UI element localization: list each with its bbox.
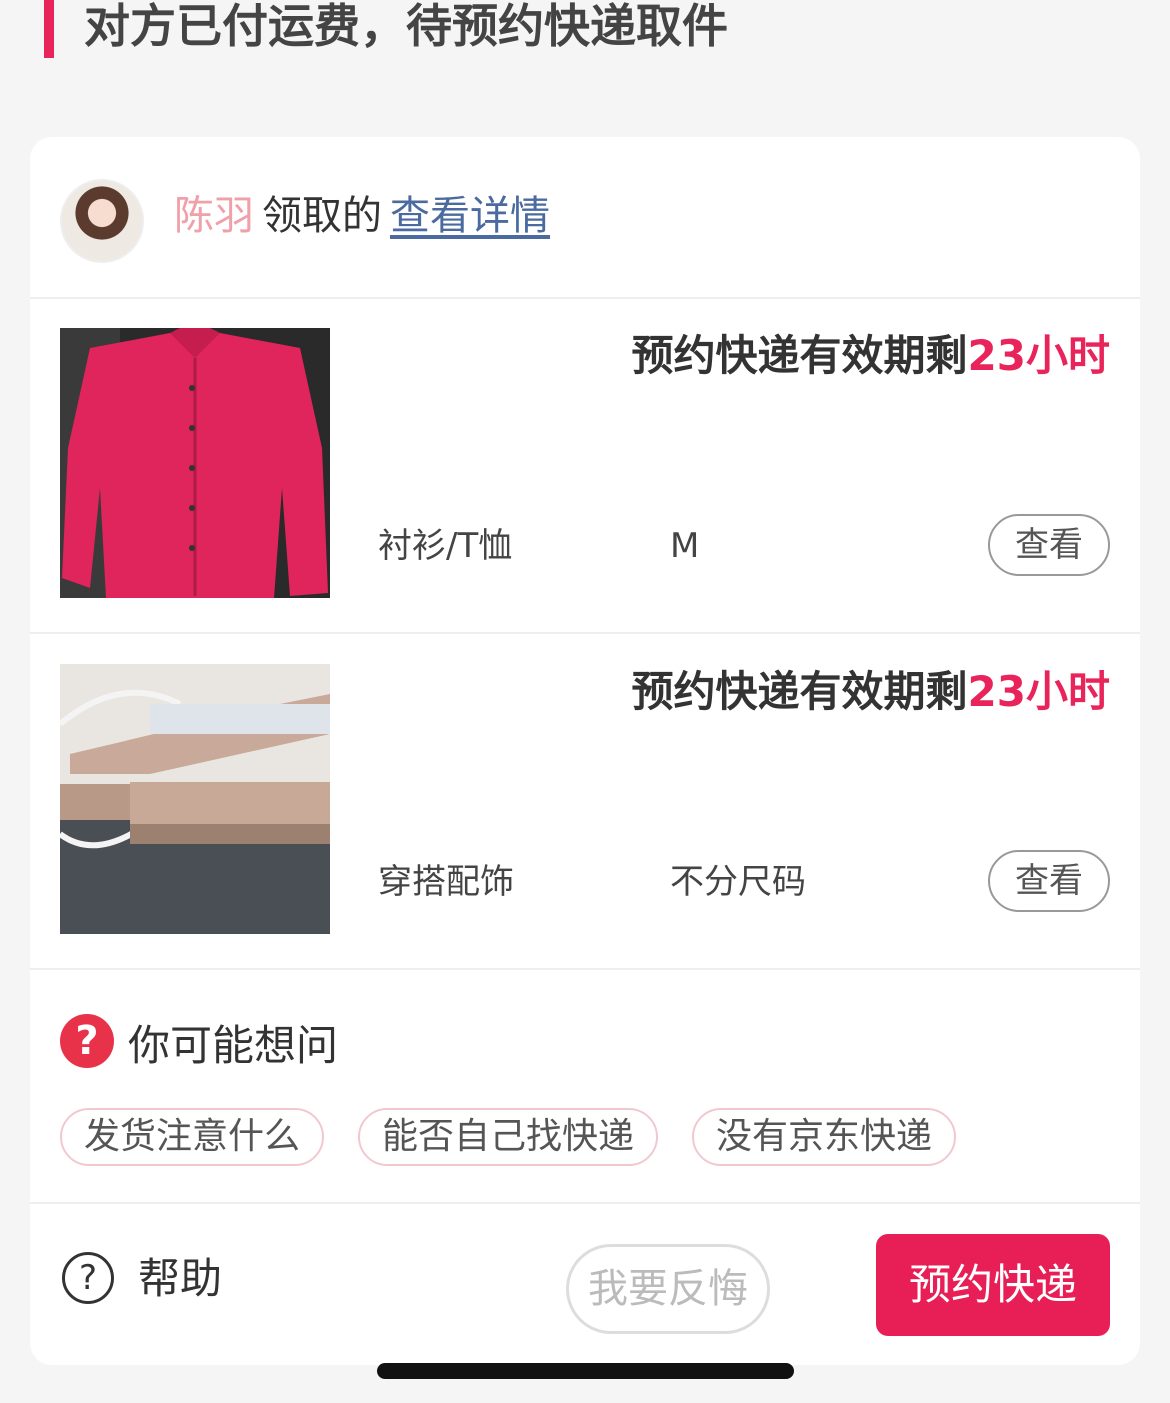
list-item: 预约快递有效期剩23小时 衬衫/T恤 M 查看 xyxy=(30,298,1140,634)
regret-button[interactable]: 我要反悔 xyxy=(566,1244,770,1334)
help-circle-icon[interactable]: ? xyxy=(62,1252,114,1304)
faq-section: ? 你可能想问 发货注意什么 能否自己找快递 没有京东快递 xyxy=(30,970,1140,1204)
faq-chip-no-jd-express[interactable]: 没有京东快递 xyxy=(692,1108,957,1166)
view-button[interactable]: 查看 xyxy=(988,514,1110,576)
item-category: 衬衫/T恤 xyxy=(378,526,513,566)
item-category: 穿搭配饰 xyxy=(378,862,514,902)
view-details-link[interactable]: 查看详情 xyxy=(390,193,550,239)
action-bar: ? 帮助 我要反悔 预约快递 xyxy=(30,1204,1140,1365)
help-button[interactable]: 帮助 xyxy=(138,1252,222,1306)
validity-countdown: 预约快递有效期剩23小时 xyxy=(632,328,1110,384)
validity-prefix: 预约快递有效期剩 xyxy=(631,331,968,380)
claimer-info: 陈羽 领取的 查看详情 xyxy=(174,191,550,241)
view-button[interactable]: 查看 xyxy=(988,850,1110,912)
avatar[interactable] xyxy=(60,179,144,263)
faq-chip-shipping-notes[interactable]: 发货注意什么 xyxy=(60,1108,325,1166)
list-item: 预约快递有效期剩23小时 穿搭配饰 不分尺码 查看 xyxy=(30,634,1140,970)
product-image-shirt[interactable] xyxy=(60,328,330,598)
product-image-accessory[interactable] xyxy=(60,664,330,934)
item-size: M xyxy=(670,526,700,566)
validity-countdown: 预约快递有效期剩23小时 xyxy=(632,664,1110,720)
validity-remaining: 23小时 xyxy=(967,331,1110,380)
order-card: 陈羽 领取的 查看详情 预约快递有效期剩23小时 衬衫/T恤 M 查看 预约快递… xyxy=(30,137,1140,1365)
faq-title: 你可能想问 xyxy=(128,1021,339,1070)
validity-remaining: 23小时 xyxy=(967,667,1110,716)
faq-chip-own-courier[interactable]: 能否自己找快递 xyxy=(358,1108,659,1166)
question-icon: ? xyxy=(60,1014,114,1068)
faq-chips: 发货注意什么 能否自己找快递 没有京东快递 xyxy=(60,1108,957,1166)
claimer-row: 陈羽 领取的 查看详情 xyxy=(30,137,1140,299)
book-courier-button[interactable]: 预约快递 xyxy=(876,1234,1110,1336)
validity-prefix: 预约快递有效期剩 xyxy=(631,667,968,716)
page-title: 对方已付运费，待预约快递取件 xyxy=(44,0,728,58)
home-indicator xyxy=(377,1363,794,1379)
item-size: 不分尺码 xyxy=(670,862,806,902)
claimer-name: 陈羽 xyxy=(174,193,254,239)
claimer-verb: 领取的 xyxy=(262,193,382,239)
